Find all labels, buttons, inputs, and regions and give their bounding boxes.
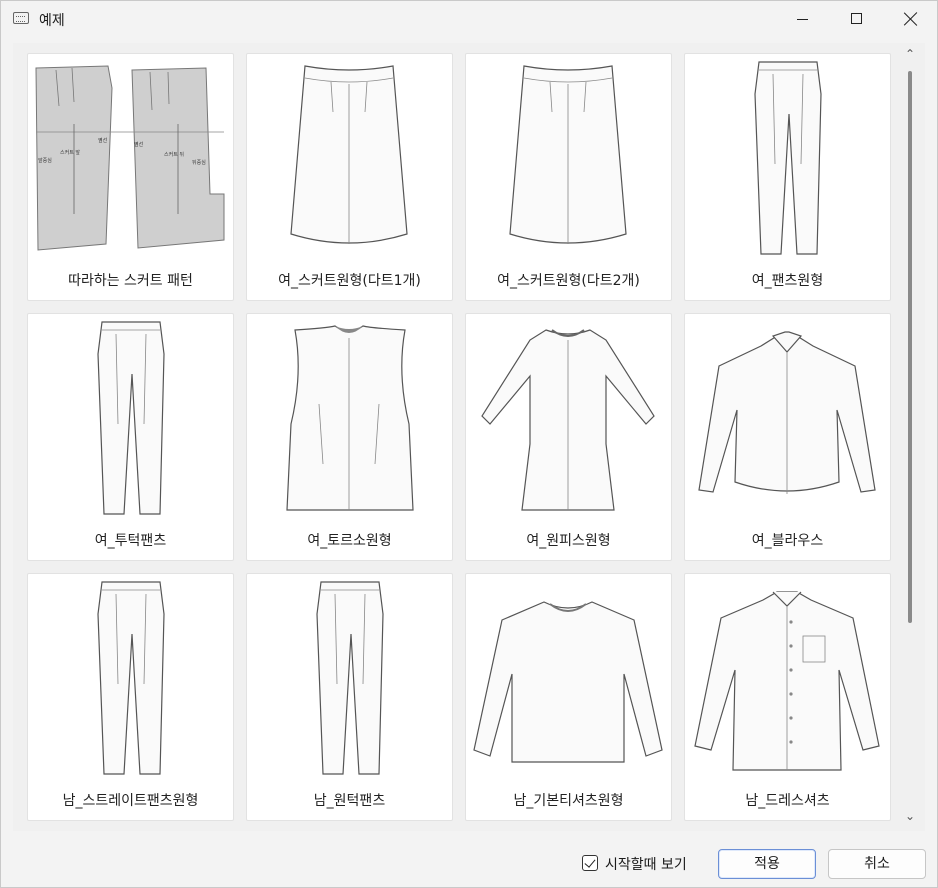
cancel-button[interactable]: 취소: [828, 849, 926, 879]
title-bar[interactable]: 예제: [1, 1, 937, 37]
dress-shirt-thumbnail-icon: [685, 574, 890, 784]
apply-button[interactable]: 적용: [718, 849, 816, 879]
example-item-10[interactable]: 남_원턱팬츠: [246, 573, 453, 821]
close-icon: [903, 11, 919, 27]
tshirt-thumbnail-icon: [466, 574, 671, 784]
torso-thumbnail-icon: [247, 314, 452, 524]
blouse-thumbnail-icon: [685, 314, 890, 524]
dialog-window: 예제 앞중심 스커트 앞 옆선 옆선 스커트 뒤 뒤중심 따라하는 스커트 패턴 여_스커트원…: [0, 0, 938, 888]
minimize-icon: [797, 19, 808, 20]
example-item-label: 여_블라우스: [751, 533, 824, 549]
svg-text:옆선: 옆선: [134, 141, 144, 148]
example-item-1[interactable]: 앞중심 스커트 앞 옆선 옆선 스커트 뒤 뒤중심 따라하는 스커트 패턴: [27, 53, 234, 301]
dialog-footer: 시작할때 보기 적용 취소: [1, 839, 937, 887]
example-item-label: 남_드레스셔츠: [745, 793, 830, 809]
show-on-start-checkbox[interactable]: [582, 855, 598, 871]
example-item-label: 여_스커트원형(다트2개): [497, 273, 640, 289]
example-item-6[interactable]: 여_토르소원형: [246, 313, 453, 561]
dress-thumbnail-icon: [466, 314, 671, 524]
example-item-3[interactable]: 여_스커트원형(다트2개): [465, 53, 672, 301]
example-item-label: 여_스커트원형(다트1개): [278, 273, 421, 289]
example-item-label: 여_토르소원형: [307, 533, 392, 549]
example-item-5[interactable]: 여_투턱팬츠: [27, 313, 234, 561]
close-button[interactable]: [887, 1, 933, 37]
skirt-thumbnail-icon: [466, 54, 671, 264]
example-item-label: 따라하는 스커트 패턴: [68, 273, 193, 289]
example-item-label: 남_원턱팬츠: [313, 793, 386, 809]
scroll-down-icon[interactable]: ⌄: [905, 809, 915, 823]
scroll-up-icon[interactable]: ⌃: [905, 47, 915, 61]
example-item-7[interactable]: 여_원피스원형: [465, 313, 672, 561]
pants-thumbnail-icon: [685, 54, 890, 264]
example-item-label: 여_투턱팬츠: [94, 533, 167, 549]
skirt-thumbnail-icon: [247, 54, 452, 264]
example-item-2[interactable]: 여_스커트원형(다트1개): [246, 53, 453, 301]
window-title: 예제: [39, 13, 65, 29]
app-keyboard-icon: [13, 12, 29, 24]
svg-text:앞중심: 앞중심: [38, 157, 52, 164]
example-item-9[interactable]: 남_스트레이트팬츠원형: [27, 573, 234, 821]
pants-thumbnail-icon: [28, 314, 233, 524]
example-item-label: 여_원피스원형: [526, 533, 611, 549]
pants-thumbnail-icon: [28, 574, 233, 784]
scrollbar-thumb[interactable]: [908, 71, 912, 623]
example-item-4[interactable]: 여_팬츠원형: [684, 53, 891, 301]
show-on-start-label[interactable]: 시작할때 보기: [605, 854, 687, 874]
example-item-label: 남_기본티셔츠원형: [513, 793, 624, 809]
svg-text:스커트 뒤: 스커트 뒤: [164, 151, 184, 158]
svg-text:스커트 앞: 스커트 앞: [60, 149, 80, 156]
maximize-button[interactable]: [833, 1, 879, 37]
example-item-8[interactable]: 여_블라우스: [684, 313, 891, 561]
maximize-icon: [851, 13, 862, 24]
skirt-pattern-thumbnail-icon: 앞중심 스커트 앞 옆선 옆선 스커트 뒤 뒤중심: [28, 54, 233, 264]
examples-panel: 앞중심 스커트 앞 옆선 옆선 스커트 뒤 뒤중심 따라하는 스커트 패턴 여_스커트원형(다…: [13, 43, 925, 831]
example-item-11[interactable]: 남_기본티셔츠원형: [465, 573, 672, 821]
example-item-12[interactable]: 남_드레스셔츠: [684, 573, 891, 821]
minimize-button[interactable]: [779, 1, 825, 37]
pants-thumbnail-icon: [247, 574, 452, 784]
vertical-scrollbar[interactable]: ⌃ ⌄: [901, 43, 921, 831]
example-item-label: 남_스트레이트팬츠원형: [62, 793, 199, 809]
svg-text:옆선: 옆선: [98, 137, 108, 144]
example-item-label: 여_팬츠원형: [751, 273, 824, 289]
svg-text:뒤중심: 뒤중심: [192, 159, 206, 166]
